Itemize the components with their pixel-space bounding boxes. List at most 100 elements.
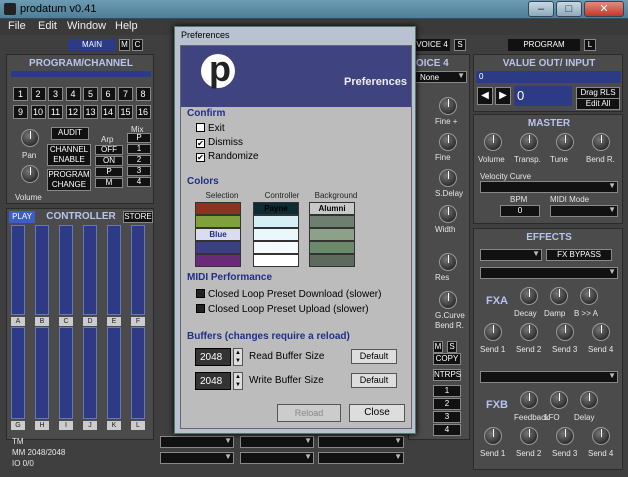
prev-arrow-icon[interactable]: ◀ <box>477 87 493 105</box>
fx-knob[interactable] <box>550 391 568 409</box>
voice-knob[interactable] <box>439 97 457 115</box>
fader[interactable] <box>11 327 25 419</box>
maximize-button[interactable]: □ <box>556 1 582 17</box>
tab-c[interactable]: C <box>132 39 143 51</box>
voice-number-button[interactable]: 4 <box>433 424 461 436</box>
color-swatch[interactable] <box>309 215 355 228</box>
voice-knob[interactable] <box>439 205 457 223</box>
color-swatch[interactable] <box>195 254 241 267</box>
checkmark-icon[interactable]: ✔ <box>196 139 205 148</box>
bottom-select[interactable] <box>318 452 404 464</box>
pan-knob[interactable] <box>21 129 39 147</box>
fader[interactable] <box>107 225 121 315</box>
bottom-select[interactable] <box>240 452 314 464</box>
arp-option[interactable]: M <box>95 178 123 188</box>
write-buffer-spinner[interactable]: ▲ ▼ <box>233 372 243 390</box>
bottom-select[interactable] <box>160 436 234 448</box>
edit-all-button[interactable]: Edit All <box>576 98 620 110</box>
fader[interactable] <box>35 225 49 315</box>
send-knob[interactable] <box>556 323 574 341</box>
send-knob[interactable] <box>520 323 538 341</box>
confirm-checkbox-row[interactable]: ✔ Randomize <box>196 151 259 162</box>
volume-knob[interactable] <box>21 165 39 183</box>
copy-button[interactable]: COPY <box>433 353 461 365</box>
color-swatch[interactable] <box>195 215 241 228</box>
read-buffer-input[interactable]: 2048 <box>195 348 231 366</box>
master-knob[interactable] <box>520 133 538 151</box>
channel-button[interactable]: 12 <box>65 105 81 119</box>
fader[interactable] <box>131 327 145 419</box>
tab-l[interactable]: L <box>584 39 596 51</box>
checkbox-icon[interactable] <box>196 289 205 298</box>
fader[interactable] <box>11 225 25 315</box>
bpm-input[interactable]: 0 <box>500 205 540 217</box>
minimize-button[interactable]: – <box>528 1 554 17</box>
fader[interactable] <box>131 225 145 315</box>
checkbox-icon[interactable] <box>196 123 205 132</box>
fx-knob[interactable] <box>580 391 598 409</box>
bottom-select[interactable] <box>160 452 234 464</box>
send-knob[interactable] <box>556 427 574 445</box>
channel-button[interactable]: 15 <box>118 105 133 119</box>
mix-option[interactable]: P <box>127 133 151 143</box>
fxa-type-select[interactable] <box>480 267 618 279</box>
voice-knob[interactable] <box>439 133 457 151</box>
fx-knob[interactable] <box>520 391 538 409</box>
arp-option[interactable]: OFF <box>95 145 123 155</box>
fader[interactable] <box>83 327 97 419</box>
reload-button[interactable]: Reload <box>277 404 341 422</box>
voice-s-button[interactable]: S <box>447 341 457 353</box>
mix-option[interactable]: 1 <box>127 144 151 154</box>
fader[interactable] <box>83 225 97 315</box>
audit-button[interactable]: AUDIT <box>51 127 89 140</box>
channel-button[interactable]: 5 <box>83 87 98 101</box>
tab-m[interactable]: M <box>119 39 130 51</box>
checkmark-icon[interactable]: ✔ <box>196 153 205 162</box>
fx-knob[interactable] <box>580 287 598 305</box>
color-swatch[interactable]: Blue <box>195 228 241 241</box>
read-default-button[interactable]: Default <box>351 349 397 364</box>
checkbox-icon[interactable] <box>196 304 205 313</box>
menu-file[interactable]: File <box>8 20 26 32</box>
play-button[interactable]: PLAY <box>9 211 35 223</box>
send-knob[interactable] <box>484 427 502 445</box>
write-default-button[interactable]: Default <box>351 373 397 388</box>
send-knob[interactable] <box>484 323 502 341</box>
fader[interactable] <box>35 327 49 419</box>
master-knob[interactable] <box>556 133 574 151</box>
channel-button[interactable]: 1 <box>13 87 28 101</box>
velocity-curve-select[interactable] <box>480 181 618 193</box>
menu-help[interactable]: Help <box>115 20 138 32</box>
color-swatch[interactable] <box>309 254 355 267</box>
channel-button[interactable]: 4 <box>65 87 81 101</box>
voice-m-button[interactable]: M <box>433 341 443 353</box>
voice-knob[interactable] <box>439 253 457 271</box>
midi-checkbox-row[interactable]: Closed Loop Preset Upload (slower) <box>196 304 369 315</box>
title-bar[interactable]: prodatum v0.41 – □ ✕ <box>0 0 628 19</box>
arp-option[interactable]: ON <box>95 156 123 166</box>
color-swatch[interactable]: Payne <box>253 202 299 215</box>
channel-button[interactable]: 2 <box>30 87 46 101</box>
channel-button[interactable]: 14 <box>100 105 116 119</box>
read-buffer-spinner[interactable]: ▲ ▼ <box>233 348 243 366</box>
tab-main[interactable]: MAIN <box>68 39 116 51</box>
channel-button[interactable]: 7 <box>118 87 133 101</box>
value-out-field[interactable]: 0 <box>476 71 621 83</box>
send-knob[interactable] <box>592 323 610 341</box>
channel-button[interactable]: 11 <box>48 105 63 119</box>
color-swatch[interactable] <box>195 241 241 254</box>
menu-window[interactable]: Window <box>67 20 106 32</box>
color-swatch[interactable] <box>309 228 355 241</box>
mix-option[interactable]: 4 <box>127 177 151 187</box>
fader[interactable] <box>59 225 73 315</box>
master-knob[interactable] <box>592 133 610 151</box>
tab-s[interactable]: S <box>454 39 466 51</box>
voice-name-select[interactable]: None <box>413 71 467 83</box>
fx-type-select[interactable] <box>480 249 542 261</box>
color-swatch[interactable] <box>195 202 241 215</box>
next-arrow-icon[interactable]: ▶ <box>495 87 511 105</box>
voice-number-button[interactable]: 1 <box>433 385 461 397</box>
fx-knob[interactable] <box>520 287 538 305</box>
close-button[interactable]: Close <box>349 404 405 422</box>
store-button[interactable]: STORE <box>123 211 153 223</box>
